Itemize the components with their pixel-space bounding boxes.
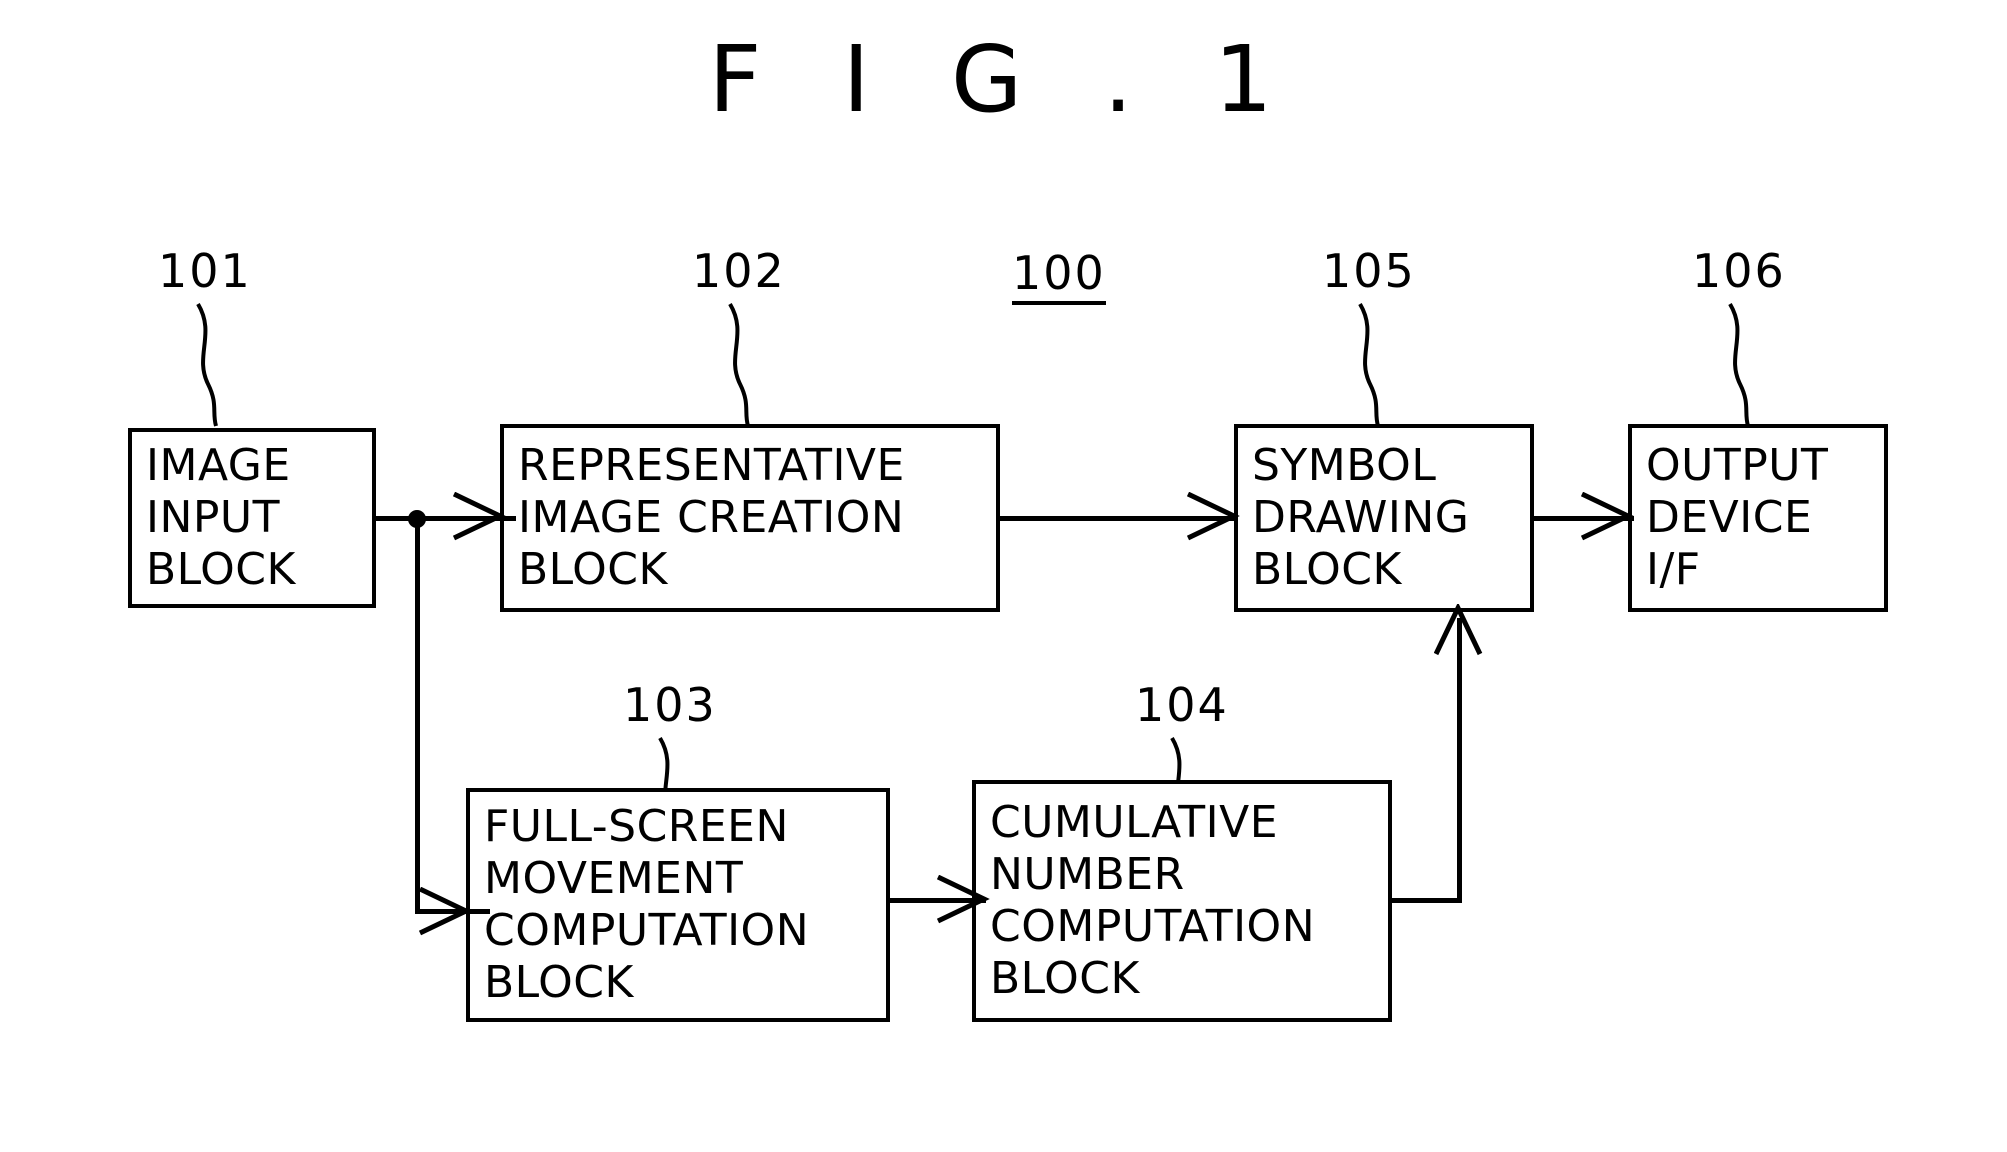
block-symbol-drawing[interactable]: SYMBOL DRAWING BLOCK	[1234, 424, 1534, 612]
block-cumulative-number-computation[interactable]: CUMULATIVE NUMBER COMPUTATION BLOCK	[972, 780, 1392, 1022]
arrowhead-into-103	[418, 887, 472, 936]
system-reference-label: 100	[1012, 250, 1106, 305]
patent-figure-canvas: F I G . 1 100 101 102 103 104 105 106 IM…	[0, 0, 2007, 1152]
arrowhead-into-105-bottom	[1434, 604, 1483, 656]
ref-numeral-103: 103	[623, 678, 717, 732]
leader-line-105	[1358, 302, 1380, 427]
ref-numeral-105: 105	[1322, 244, 1416, 298]
ref-numeral-102: 102	[692, 244, 786, 298]
leader-line-106	[1728, 302, 1750, 427]
block-full-screen-movement-computation[interactable]: FULL-SCREEN MOVEMENT COMPUTATION BLOCK	[466, 788, 890, 1022]
block-cumulative-number-computation-label: CUMULATIVE NUMBER COMPUTATION BLOCK	[990, 797, 1316, 1004]
block-output-device-if-label: OUTPUT DEVICE I/F	[1646, 440, 1829, 595]
ref-numeral-104: 104	[1135, 678, 1229, 732]
ref-numeral-106: 106	[1692, 244, 1786, 298]
wire-104-right-stub	[1392, 898, 1462, 903]
arrowhead-into-106	[1580, 492, 1634, 541]
wire-104-up-to-105	[1457, 618, 1462, 900]
figure-title: F I G . 1	[708, 26, 1299, 133]
block-image-input[interactable]: IMAGE INPUT BLOCK	[128, 428, 376, 608]
block-representative-image-creation[interactable]: REPRESENTATIVE IMAGE CREATION BLOCK	[500, 424, 1000, 612]
block-full-screen-movement-computation-label: FULL-SCREEN MOVEMENT COMPUTATION BLOCK	[484, 801, 810, 1008]
block-image-input-label: IMAGE INPUT BLOCK	[146, 440, 296, 595]
leader-line-102	[728, 302, 750, 427]
arrowhead-into-104	[936, 875, 990, 924]
leader-line-101	[196, 302, 218, 427]
arrowhead-into-105	[1186, 492, 1240, 541]
ref-numeral-101: 101	[158, 244, 252, 298]
block-representative-image-creation-label: REPRESENTATIVE IMAGE CREATION BLOCK	[518, 440, 905, 595]
block-symbol-drawing-label: SYMBOL DRAWING BLOCK	[1252, 440, 1470, 595]
wire-branch-down-to-103	[415, 516, 420, 914]
arrowhead-into-102	[452, 492, 506, 541]
block-output-device-if[interactable]: OUTPUT DEVICE I/F	[1628, 424, 1888, 612]
